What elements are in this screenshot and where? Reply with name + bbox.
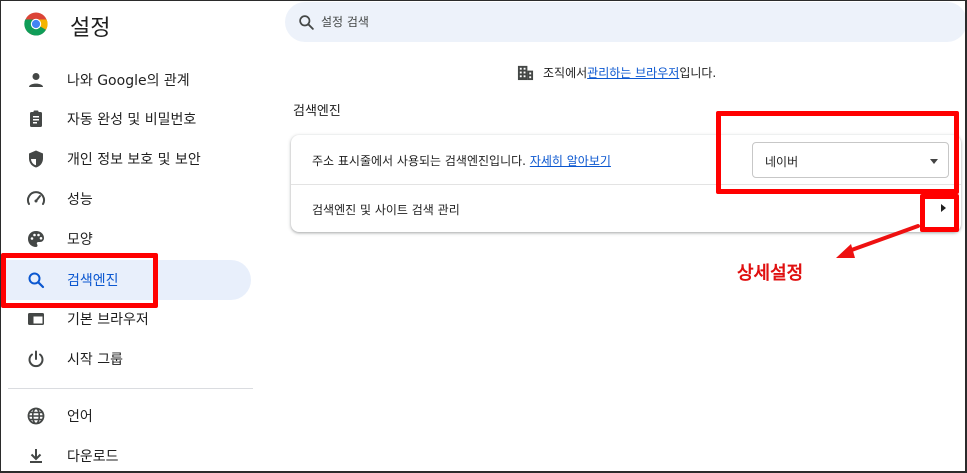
sidebar-item-privacy[interactable]: 개인 정보 보호 및 보안 bbox=[0, 139, 251, 179]
shield-icon bbox=[29, 150, 43, 168]
brand: 설정 bbox=[24, 12, 110, 41]
sidebar-item-downloads[interactable]: 다운로드 bbox=[0, 436, 251, 473]
dropdown-selected-value: 네이버 bbox=[765, 155, 799, 169]
sidebar-item-default-browser[interactable]: 기본 브라우저 bbox=[0, 299, 251, 339]
search-engine-description: 주소 표시줄에서 사용되는 검색엔진입니다. 자세히 알아보기 bbox=[312, 152, 611, 169]
dropdown-caret-icon bbox=[930, 159, 938, 164]
sidebar-item-autofill[interactable]: 자동 완성 및 비밀번호 bbox=[0, 99, 251, 139]
managed-prefix: 조직에서 bbox=[543, 66, 588, 80]
manage-search-engines-label: 검색엔진 및 사이트 검색 관리 bbox=[312, 203, 460, 217]
building-icon bbox=[517, 65, 534, 81]
palette-icon bbox=[28, 231, 44, 247]
speedometer-icon bbox=[27, 191, 45, 205]
managed-browser-link[interactable]: 관리하는 브라우저 bbox=[587, 64, 679, 81]
sidebar-item-label: 개인 정보 보호 및 보안 bbox=[67, 152, 201, 168]
sidebar-item-you-and-google[interactable]: 나와 Google의 관계 bbox=[0, 60, 251, 100]
sidebar-item-label: 기본 브라우저 bbox=[67, 312, 149, 328]
sidebar-item-on-startup[interactable]: 시작 그룹 bbox=[0, 339, 251, 379]
arrow-right-icon[interactable] bbox=[941, 204, 946, 212]
sidebar-item-label: 모양 bbox=[67, 232, 93, 248]
settings-title: 설정 bbox=[70, 16, 111, 41]
browser-icon bbox=[28, 313, 44, 325]
sidebar-item-label: 자동 완성 및 비밀번호 bbox=[67, 112, 197, 128]
sidebar-item-search-engine[interactable]: 검색엔진 bbox=[0, 260, 251, 300]
sidebar-divider bbox=[8, 388, 253, 389]
search-engine-card: 주소 표시줄에서 사용되는 검색엔진입니다. 자세히 알아보기 네이버 검색엔진… bbox=[291, 135, 961, 232]
managed-notice: 조직에서 관리하는 브라우저 입니다. bbox=[517, 64, 716, 81]
annotation-callout: 상세설정 bbox=[737, 263, 804, 284]
sidebar-item-label: 다운로드 bbox=[67, 449, 119, 465]
managed-suffix: 입니다. bbox=[679, 66, 717, 80]
learn-more-link[interactable]: 자세히 알아보기 bbox=[530, 154, 611, 168]
download-icon bbox=[30, 449, 42, 463]
chrome-logo-icon bbox=[24, 12, 48, 36]
person-icon bbox=[29, 73, 43, 87]
search-icon bbox=[28, 272, 45, 289]
sidebar-item-performance[interactable]: 성능 bbox=[0, 179, 251, 219]
search-icon bbox=[299, 15, 314, 30]
globe-icon bbox=[27, 407, 45, 425]
sidebar-item-label: 언어 bbox=[67, 409, 93, 425]
power-icon bbox=[28, 350, 44, 368]
clipboard-icon bbox=[30, 110, 42, 127]
description-text: 주소 표시줄에서 사용되는 검색엔진입니다. bbox=[312, 154, 526, 168]
sidebar: 설정 나와 Google의 관계 자동 완성 및 비밀번호 개인 정보 보호 및… bbox=[0, 0, 270, 473]
sidebar-item-languages[interactable]: 언어 bbox=[0, 396, 251, 436]
search-engine-dropdown[interactable]: 네이버 bbox=[752, 142, 949, 178]
search-engine-row: 주소 표시줄에서 사용되는 검색엔진입니다. 자세히 알아보기 네이버 bbox=[291, 135, 961, 185]
section-title: 검색엔진 bbox=[293, 104, 341, 119]
annotation-arrow-icon bbox=[836, 224, 920, 258]
sidebar-item-label: 검색엔진 bbox=[67, 273, 119, 289]
sidebar-item-label: 성능 bbox=[67, 192, 93, 208]
sidebar-item-label: 시작 그룹 bbox=[67, 352, 123, 368]
search-input[interactable] bbox=[321, 12, 921, 32]
settings-search-bar[interactable] bbox=[285, 2, 967, 42]
sidebar-item-appearance[interactable]: 모양 bbox=[0, 219, 251, 259]
sidebar-item-label: 나와 Google의 관계 bbox=[67, 73, 190, 89]
